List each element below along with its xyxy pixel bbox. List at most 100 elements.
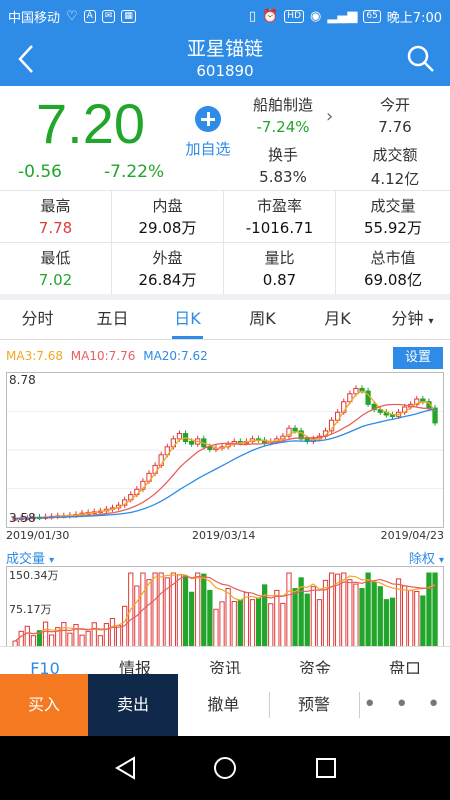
signal-icon: ▂▄▆ <box>327 8 358 24</box>
volume-bar <box>268 603 274 648</box>
tab-intraday[interactable]: 分时 <box>0 300 75 339</box>
tab-orderbook[interactable]: 盘口 <box>360 647 450 676</box>
volume-bar <box>280 602 286 648</box>
quote-panel: 7.20 -0.56 -7.22% 加自选 船舶制造 -7.24% › 今开 7… <box>0 86 450 190</box>
adjust-label: 除权 <box>408 552 435 567</box>
stat-value: 7.02 <box>38 271 73 289</box>
volume-bar <box>237 599 243 648</box>
stat-value: 55.92万 <box>364 219 422 237</box>
candle <box>176 433 183 440</box>
volume-bar <box>61 622 67 648</box>
tab-five-day[interactable]: 五日 <box>75 300 150 339</box>
wifi-heart-icon: ♡ <box>66 8 78 24</box>
volume-bar <box>231 600 237 648</box>
amount-cell: 成交额 4.12亿 <box>350 144 440 189</box>
ma3-label: MA3:7.68 <box>6 349 63 363</box>
volume-chart[interactable]: 150.34万 75.17万 <box>6 566 444 648</box>
system-nav-bar <box>0 736 450 800</box>
caret-down-icon: ▾ <box>438 555 444 566</box>
volume-bar <box>201 573 207 648</box>
ma20-label: MA20:7.62 <box>143 349 208 363</box>
tab-minute-label: 分钟 <box>391 309 424 328</box>
nav-back-icon[interactable] <box>112 754 140 786</box>
volume-bar <box>328 572 335 648</box>
turnover-cell: 换手 5.83% <box>240 144 326 186</box>
status-bar: 中国移动 ♡ A ✉ ▦ ▯ ⏰ HD ◉ ▂▄▆ 65 晚上7:00 <box>0 0 450 32</box>
ma20-line <box>15 408 436 520</box>
stat-volume-ratio: 量比 0.87 <box>224 243 336 295</box>
volume-bar <box>310 586 316 648</box>
volume-bar <box>103 623 110 648</box>
wechat-icon: ✉ <box>101 9 116 23</box>
stat-value: 29.08万 <box>138 219 197 237</box>
open-label: 今开 <box>379 96 410 114</box>
caret-down-icon: ▾ <box>428 316 434 327</box>
stat-outer: 外盘 26.84万 <box>112 243 224 295</box>
volume-bar <box>109 618 116 648</box>
tab-daily-k[interactable]: 日K <box>150 300 225 339</box>
nav-home-icon[interactable] <box>211 754 239 786</box>
ma10-line <box>15 403 436 520</box>
volume-bar <box>188 591 195 648</box>
adjust-selector[interactable]: 除权 ▾ <box>409 548 444 567</box>
nav-recents-icon[interactable] <box>312 754 340 786</box>
volume-bar <box>377 586 383 648</box>
candlestick-chart[interactable]: 8.78 3.58 <box>6 372 444 528</box>
tab-news[interactable]: 资讯 <box>180 647 270 676</box>
header: 亚星锚链 601890 <box>0 32 450 86</box>
stat-value: 26.84万 <box>138 271 197 289</box>
volume-bar <box>243 592 250 648</box>
tab-minute[interactable]: 分钟 ▾ <box>375 300 450 339</box>
volume-bar <box>115 625 122 648</box>
sell-button[interactable]: 卖出 <box>88 674 178 736</box>
tab-intel[interactable]: 情报 <box>90 647 180 676</box>
volume-bar <box>304 593 310 648</box>
tab-weekly-k[interactable]: 周K <box>225 300 300 339</box>
add-watchlist-button[interactable]: 加自选 <box>182 106 234 159</box>
stat-inner: 内盘 29.08万 <box>112 191 224 243</box>
chevron-right-icon[interactable]: › <box>326 106 333 127</box>
candle <box>353 387 359 395</box>
candlestick-svg <box>7 385 443 522</box>
volume-bar <box>274 589 280 648</box>
carrier-label: 中国移动 <box>8 10 61 26</box>
volume-bar <box>85 630 91 648</box>
volume-bar <box>414 591 420 648</box>
stat-market-cap: 总市值 69.08亿 <box>336 243 450 295</box>
stat-pe: 市盈率 -1016.71 <box>224 191 336 243</box>
volume-selector[interactable]: 成交量 ▾ <box>6 548 54 567</box>
volume-bar <box>255 597 262 648</box>
stat-value: 0.87 <box>262 271 297 289</box>
price-alert-button[interactable]: 预警 <box>268 674 360 736</box>
volume-bar <box>176 574 183 648</box>
eye-icon: ◉ <box>310 8 322 24</box>
volume-max-label: 150.34万 <box>9 569 59 582</box>
candle <box>292 427 298 432</box>
volume-bar <box>219 601 225 648</box>
tab-monthly-k[interactable]: 月K <box>300 300 375 339</box>
volume-bar <box>207 589 213 648</box>
search-icon[interactable] <box>406 44 436 74</box>
ma-legend: MA3:7.68 MA10:7.76 MA20:7.62 <box>6 349 212 363</box>
stat-label: 成交量 <box>370 197 416 215</box>
chart-settings-button[interactable]: 设置 <box>393 347 443 369</box>
volume-bar <box>195 572 201 648</box>
candle <box>389 414 396 417</box>
buy-button[interactable]: 买入 <box>0 674 88 736</box>
sector-link[interactable]: 船舶制造 -7.24% <box>240 94 326 136</box>
date-axis: 2019/01/30 2019/03/14 2019/04/23 <box>0 529 450 543</box>
volume-bar <box>24 625 30 648</box>
tab-f10[interactable]: F10 <box>0 647 90 676</box>
volume-label: 成交量 <box>6 552 46 567</box>
chart-tabs: 分时 五日 日K 周K 月K 分钟 ▾ <box>0 300 450 340</box>
volume-bar <box>426 572 432 648</box>
stat-label: 最高 <box>40 197 71 215</box>
cancel-order-button[interactable]: 撤单 <box>178 674 269 736</box>
volume-bar <box>420 595 426 648</box>
volume-mid-label: 75.17万 <box>9 603 52 616</box>
calendar-icon: ▦ <box>121 9 136 23</box>
tab-funds[interactable]: 资金 <box>270 647 360 676</box>
more-icon[interactable]: • • • <box>359 674 450 736</box>
volume-bar <box>262 584 268 648</box>
volume-bar <box>359 588 365 648</box>
